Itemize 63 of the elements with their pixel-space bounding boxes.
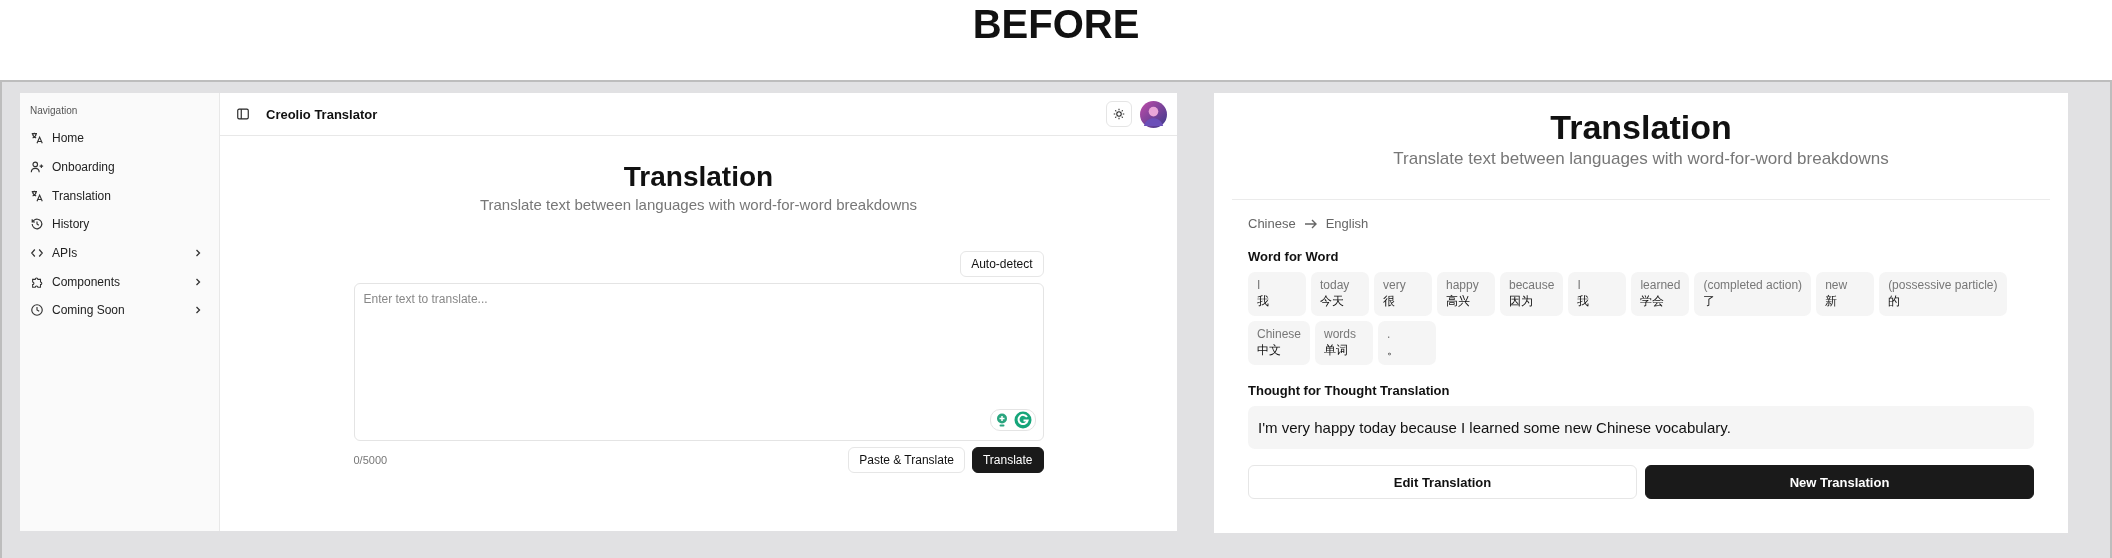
chinese-word: 因为 [1509, 294, 1534, 310]
arrow-right-icon [1303, 217, 1318, 230]
translate-icon [30, 188, 44, 203]
page-title: Translation [623, 160, 774, 194]
page-title: Translation [1550, 109, 1732, 147]
sidebar-toggle-icon[interactable] [236, 107, 250, 121]
chinese-word: 的 [1888, 294, 1902, 310]
chinese-word: 新 [1825, 294, 1839, 310]
chinese-word: 单词 [1324, 343, 1350, 359]
user-plus-icon [30, 160, 44, 175]
clock-icon [30, 303, 44, 318]
edit-translation-button[interactable]: Edit Translation [1248, 465, 1637, 500]
history-icon [30, 217, 44, 232]
theme-toggle-button[interactable] [1106, 101, 1132, 127]
avatar[interactable] [1140, 100, 1167, 128]
chinese-word: 学会 [1640, 294, 1666, 310]
sidebar-item[interactable]: History [30, 210, 209, 239]
word-gloss: (completed action) [1703, 278, 1803, 293]
chinese-word: 了 [1703, 294, 1717, 310]
chinese-word: 我 [1257, 294, 1270, 310]
word-gloss: (possessive particle) [1888, 278, 1998, 293]
word-gloss: Chinese [1257, 327, 1302, 342]
page-subtitle: Translate text between languages with word-for-word breakdowns [1232, 149, 2050, 201]
word-gloss: today [1320, 278, 1351, 293]
chinese-word: 中文 [1257, 343, 1282, 359]
sidebar-item[interactable]: APIs [30, 238, 209, 268]
character-counter: 0/5000 [353, 453, 388, 466]
chinese-word: 很 [1383, 294, 1396, 310]
puzzle-icon [30, 274, 44, 289]
translate-icon [30, 131, 44, 146]
caption-title: BEFORE [971, 1, 1141, 48]
chinese-word: 。 [1387, 343, 1401, 359]
chinese-word: 今天 [1320, 294, 1345, 310]
word-gloss: new [1825, 278, 1849, 293]
translate-button[interactable]: Translate [971, 446, 1044, 473]
sidebar-item[interactable]: Onboarding [30, 152, 209, 182]
word-gloss: happy [1446, 278, 1480, 293]
word-gloss: very [1383, 278, 1407, 293]
chinese-word: 我 [1577, 294, 1591, 310]
sidebar-item[interactable]: Coming Soon [30, 296, 209, 325]
page-subtitle: Translate text between languages with word-for-word breakdowns [479, 195, 918, 213]
section-heading: Thought for Thought Translation [1248, 383, 1451, 399]
word-gloss: . [1387, 327, 1392, 342]
translation-text: I'm very happy today because I learned some new Chinese vocabulary. [1248, 406, 2034, 450]
sidebar-item[interactable]: Components [30, 267, 209, 297]
word-gloss: I [1577, 278, 1582, 293]
sidebar-heading: Navigation [30, 105, 79, 116]
chinese-word: 高兴 [1446, 294, 1471, 310]
sidebar-item[interactable]: Translation [30, 181, 209, 211]
sun-icon [1113, 108, 1125, 120]
word-gloss: words [1324, 327, 1358, 342]
target-language: English [1325, 216, 1369, 232]
app-title: Creolio Translator [266, 106, 378, 122]
paste-translate-button[interactable]: Paste & Translate [848, 446, 965, 473]
sidebar-item[interactable]: Home [30, 124, 209, 153]
new-translation-button[interactable]: New Translation [1645, 465, 2034, 500]
source-language: Chinese [1248, 216, 1296, 232]
word-gloss: because [1509, 278, 1555, 293]
word-gloss: I [1257, 278, 1262, 293]
word-gloss: learned [1640, 278, 1681, 293]
section-heading: Word for Word [1248, 249, 1340, 265]
auto-detect-button[interactable]: Auto-detect [960, 250, 1044, 277]
text-input-field[interactable]: Enter text to translate... [353, 282, 1044, 441]
